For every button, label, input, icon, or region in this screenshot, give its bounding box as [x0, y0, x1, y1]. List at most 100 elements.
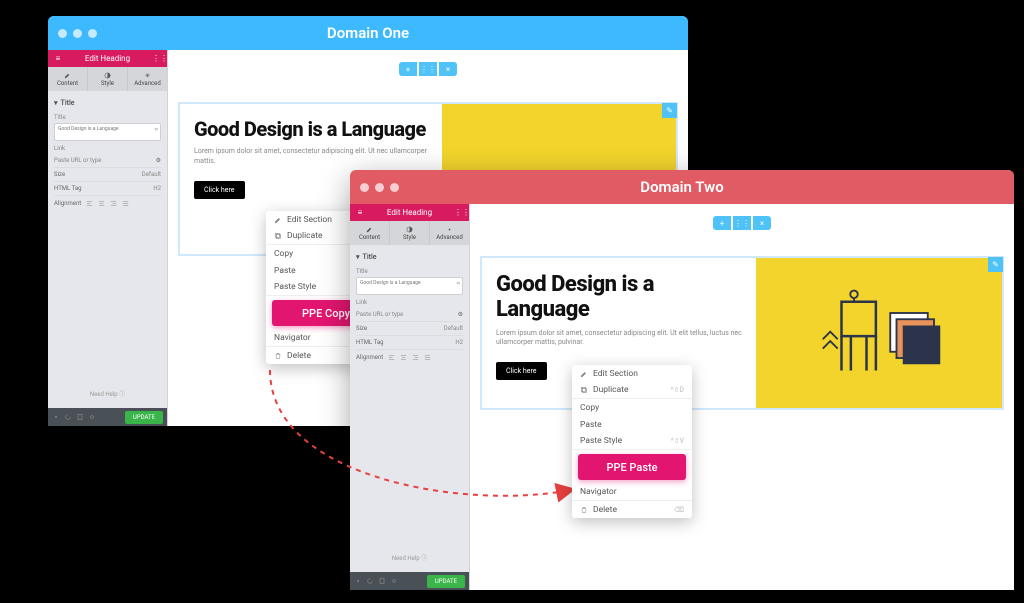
- update-button[interactable]: UPDATE: [427, 575, 465, 588]
- preview-icon[interactable]: [88, 413, 96, 421]
- align-left-icon[interactable]: [388, 354, 395, 361]
- sidebar-footer: UPDATE: [48, 408, 167, 426]
- sidebar-tabs: Content Style Advanced: [350, 221, 469, 245]
- gear-icon[interactable]: ⚙: [156, 157, 161, 164]
- align-left-icon[interactable]: [86, 200, 93, 207]
- sidebar-heading: Edit Heading: [387, 208, 432, 217]
- section-handle: + ⋮⋮ ×: [713, 216, 771, 230]
- ctx-duplicate[interactable]: Duplicate ^⇧D: [572, 382, 692, 399]
- gear-icon: [446, 226, 453, 233]
- close-section-icon[interactable]: ×: [753, 216, 771, 230]
- title-input[interactable]: Good Design is a Language⌗: [356, 277, 463, 295]
- sidebar-header: ≡ Edit Heading ⋮⋮: [48, 50, 167, 67]
- link-label: Link: [54, 145, 161, 152]
- dot: [390, 183, 399, 192]
- window-title: Domain One: [327, 24, 409, 42]
- tab-advanced[interactable]: Advanced: [430, 221, 469, 245]
- ctx-paste[interactable]: Paste: [572, 416, 692, 433]
- need-help[interactable]: Need Help ⓘ: [48, 379, 167, 408]
- pencil-icon: [580, 370, 588, 378]
- link-input[interactable]: Paste URL or type ⚙: [54, 154, 161, 168]
- align-justify-icon[interactable]: [122, 200, 129, 207]
- text-widget[interactable]: Lorem ipsum dolor sit amet, consectetur …: [194, 147, 428, 167]
- edit-column-icon[interactable]: ✎: [988, 257, 1003, 272]
- ctx-edit-section[interactable]: Edit Section: [572, 365, 692, 382]
- drag-section-icon[interactable]: ⋮⋮: [733, 216, 751, 230]
- align-right-icon[interactable]: [110, 200, 117, 207]
- tab-advanced[interactable]: Advanced: [128, 67, 167, 91]
- responsive-icon[interactable]: [76, 413, 84, 421]
- heading-widget[interactable]: Good Design is a Language: [496, 272, 742, 323]
- titlebar-one: Domain One: [48, 16, 688, 50]
- ctx-paste-style[interactable]: Paste Style ^⇧V: [572, 433, 692, 450]
- dynamic-icon[interactable]: ⌗: [155, 126, 158, 134]
- dot: [58, 29, 67, 38]
- align-center-icon[interactable]: [98, 200, 105, 207]
- illustration: [814, 283, 944, 383]
- drag-section-icon[interactable]: ⋮⋮: [419, 62, 437, 76]
- align-justify-icon[interactable]: [424, 354, 431, 361]
- link-label: Link: [356, 299, 463, 306]
- trash-icon: [580, 506, 588, 514]
- align-right-icon[interactable]: [412, 354, 419, 361]
- menu-icon[interactable]: ≡: [355, 208, 365, 217]
- ctx-copy[interactable]: Copy: [572, 399, 692, 416]
- title-label: Title: [54, 114, 161, 121]
- editor-canvas: + ⋮⋮ × ✎ Good Design is a Language Lorem…: [470, 204, 1014, 590]
- history-icon[interactable]: [64, 413, 72, 421]
- style-icon: [104, 72, 111, 79]
- context-menu: Edit Section Duplicate ^⇧D Copy Paste Pa…: [572, 365, 692, 518]
- heading-widget[interactable]: Good Design is a Language: [194, 118, 428, 141]
- section-title-dropdown[interactable]: Title: [356, 250, 463, 264]
- dot: [360, 183, 369, 192]
- title-input[interactable]: Good Design is a Language ⌗: [54, 123, 161, 141]
- tab-content[interactable]: Content: [350, 221, 390, 245]
- align-center-icon[interactable]: [400, 354, 407, 361]
- sidebar-panel: Title Title Good Design is a Language ⌗ …: [48, 91, 167, 379]
- tab-style[interactable]: Style: [390, 221, 430, 245]
- gear-icon[interactable]: ⚙: [458, 311, 463, 318]
- alignment-field[interactable]: Alignment: [356, 350, 463, 364]
- htmltag-field[interactable]: HTML Tag H2: [54, 182, 161, 196]
- need-help[interactable]: Need Help ⓘ: [350, 543, 469, 572]
- preview-icon[interactable]: [390, 577, 398, 585]
- edit-column-icon[interactable]: ✎: [662, 103, 677, 118]
- section-handle: + ⋮⋮ ×: [399, 62, 457, 76]
- size-field[interactable]: SizeDefault: [356, 322, 463, 336]
- history-icon[interactable]: [366, 577, 374, 585]
- tab-content[interactable]: Content: [48, 67, 88, 91]
- pencil-icon: [366, 226, 373, 233]
- dot: [88, 29, 97, 38]
- apps-icon[interactable]: ⋮⋮: [454, 208, 464, 217]
- responsive-icon[interactable]: [378, 577, 386, 585]
- close-section-icon[interactable]: ×: [439, 62, 457, 76]
- tab-style[interactable]: Style: [88, 67, 128, 91]
- copy-icon: [274, 232, 282, 240]
- ppe-paste-button[interactable]: PPE Paste: [578, 454, 686, 480]
- sidebar-tabs: Content Style Advanced: [48, 67, 167, 91]
- settings-icon[interactable]: [354, 577, 362, 585]
- ctx-delete[interactable]: Delete ⌫: [572, 501, 692, 518]
- window-title: Domain Two: [640, 178, 723, 196]
- dynamic-icon[interactable]: ⌗: [457, 280, 460, 288]
- htmltag-field[interactable]: HTML TagH2: [356, 336, 463, 350]
- size-field[interactable]: Size Default: [54, 168, 161, 182]
- pencil-icon: [274, 216, 282, 224]
- alignment-field[interactable]: Alignment: [54, 196, 161, 210]
- link-input[interactable]: Paste URL or type⚙: [356, 308, 463, 322]
- ctx-navigator[interactable]: Navigator: [572, 484, 692, 501]
- apps-icon[interactable]: ⋮⋮: [152, 54, 162, 63]
- text-widget[interactable]: Lorem ipsum dolor sit amet, consectetur …: [496, 329, 742, 349]
- dot: [73, 29, 82, 38]
- button-widget[interactable]: Click here: [194, 181, 245, 199]
- button-widget[interactable]: Click here: [496, 362, 547, 380]
- section-title-dropdown[interactable]: Title: [54, 96, 161, 110]
- style-icon: [406, 226, 413, 233]
- add-section-icon[interactable]: +: [399, 62, 417, 76]
- sidebar-panel: Title Title Good Design is a Language⌗ L…: [350, 245, 469, 543]
- add-section-icon[interactable]: +: [713, 216, 731, 230]
- settings-icon[interactable]: [52, 413, 60, 421]
- update-button[interactable]: UPDATE: [125, 411, 163, 424]
- elementor-sidebar: ≡ Edit Heading ⋮⋮ Content Style Advanced…: [350, 204, 470, 590]
- menu-icon[interactable]: ≡: [53, 54, 63, 63]
